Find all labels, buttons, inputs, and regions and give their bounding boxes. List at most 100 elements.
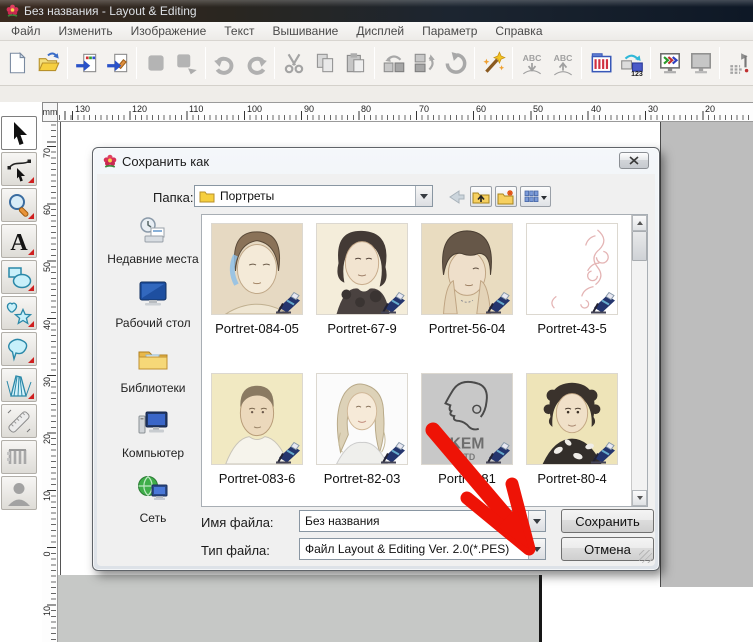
dialog-flower-icon <box>102 153 118 174</box>
place-libraries[interactable]: Библиотеки <box>107 344 199 395</box>
menu-file[interactable]: Файл <box>2 22 50 40</box>
import-image-button[interactable] <box>102 44 133 82</box>
scrollbar-thumb[interactable] <box>632 231 647 261</box>
file-item[interactable]: Portret-56-04 <box>417 223 517 336</box>
copy-button[interactable] <box>309 44 340 82</box>
folder-label: Папка: <box>153 190 193 205</box>
save-button[interactable] <box>140 44 171 82</box>
horizontal-ruler: 130 120 110 100 90 80 70 60 50 40 30 20 <box>58 102 753 122</box>
menu-help[interactable]: Справка <box>486 22 551 40</box>
file-item[interactable]: Portret-80-4 <box>522 373 622 486</box>
stamp-tool-button[interactable] <box>1 368 37 402</box>
view-menu-button[interactable] <box>520 186 551 207</box>
scroll-down-button[interactable] <box>632 490 647 506</box>
file-item[interactable]: Portret-084-05 <box>207 223 307 336</box>
svg-text:A: A <box>10 230 28 255</box>
file-item[interactable]: Portret-82-03 <box>312 373 412 486</box>
save-as-button[interactable] <box>171 44 202 82</box>
tool-palette: A <box>1 116 39 512</box>
menu-image[interactable]: Изображение <box>122 22 216 40</box>
paste-button[interactable] <box>340 44 371 82</box>
text-tool-icon: A <box>4 227 34 255</box>
redo-icon <box>243 50 269 76</box>
import-design-button[interactable] <box>71 44 102 82</box>
decor-shapes-tool-button[interactable] <box>1 296 37 330</box>
filename-dropdown-button[interactable] <box>528 511 545 531</box>
save-button[interactable]: Сохранить <box>561 509 654 533</box>
point-edit-tool-button[interactable] <box>1 152 37 186</box>
text-arc-up-button[interactable]: ABC <box>547 44 578 82</box>
text-arc-down-button[interactable]: ABC <box>516 44 547 82</box>
select-tool-button[interactable] <box>1 116 37 150</box>
shapes-tool-button[interactable] <box>1 260 37 294</box>
open-design-button[interactable] <box>33 44 64 82</box>
window-title-bar[interactable]: Без названия - Layout & Editing <box>0 0 753 22</box>
filetype-label: Тип файла: <box>201 543 270 558</box>
file-item[interactable]: KEMLTD Portret-81 <box>417 373 517 486</box>
place-desktop[interactable]: Рабочий стол <box>107 279 199 330</box>
menu-edit[interactable]: Изменить <box>50 22 122 40</box>
view-menu-arrow-icon <box>541 196 547 203</box>
filename-combobox[interactable]: Без названия <box>299 510 546 532</box>
freeform-tool-button[interactable] <box>1 332 37 366</box>
stitch-tool-button[interactable] <box>1 440 37 474</box>
new-document-icon <box>5 50 31 76</box>
undo-button[interactable] <box>209 44 240 82</box>
main-toolbar: ABC ABC 123 <box>0 41 753 86</box>
rotate-button[interactable] <box>440 44 471 82</box>
menu-display[interactable]: Дисплей <box>347 22 413 40</box>
stitch-block-icon <box>4 443 34 471</box>
filetype-dropdown-button[interactable] <box>528 539 545 559</box>
cut-button[interactable] <box>278 44 309 82</box>
hruler-label: 110 <box>189 104 203 114</box>
stitch-simulator-button[interactable] <box>723 44 753 82</box>
folder-combobox[interactable]: Портреты <box>194 185 433 207</box>
folder-dropdown-button[interactable] <box>415 186 432 206</box>
place-network[interactable]: Сеть <box>107 474 199 525</box>
back-button[interactable] <box>446 186 466 207</box>
file-list: Portret-084-05 Portret-67-9 Portret-56-0… <box>201 214 648 507</box>
redo-button[interactable] <box>240 44 271 82</box>
view-grid-icon <box>524 190 539 203</box>
menu-sew[interactable]: Вышивание <box>263 22 347 40</box>
hruler-label: 90 <box>304 104 314 114</box>
portrait-tool-button[interactable] <box>1 476 37 510</box>
place-label: Библиотеки <box>107 382 199 395</box>
file-name: Portret-56-04 <box>417 321 517 336</box>
filename-value: Без названия <box>300 514 528 528</box>
network-icon <box>136 474 170 504</box>
hruler-label: 130 <box>75 104 90 114</box>
file-item[interactable]: Portret-67-9 <box>312 223 412 336</box>
rotate-icon <box>443 50 469 76</box>
mirror-vertical-button[interactable] <box>409 44 440 82</box>
menu-text[interactable]: Текст <box>215 22 263 40</box>
file-thumbnail: KEMLTD <box>421 373 513 465</box>
measure-tool-button[interactable] <box>1 404 37 438</box>
up-folder-button[interactable] <box>470 186 492 207</box>
scroll-up-button[interactable] <box>632 215 647 231</box>
resize-grip[interactable] <box>639 550 652 563</box>
text-tool-button[interactable]: A <box>1 224 37 258</box>
file-item[interactable]: Portret-43-5 <box>522 223 622 336</box>
magic-wand-button[interactable] <box>478 44 509 82</box>
dialog-close-button[interactable] <box>619 152 649 169</box>
mirror-horizontal-button[interactable] <box>378 44 409 82</box>
thread-chart-button[interactable] <box>585 44 616 82</box>
new-folder-button[interactable] <box>495 186 517 207</box>
workspace-gray-right <box>660 122 753 587</box>
menu-option[interactable]: Параметр <box>413 22 486 40</box>
new-document-button[interactable] <box>2 44 33 82</box>
sewing-order-button[interactable]: 123 <box>616 44 647 82</box>
place-recent[interactable]: Недавние места <box>107 215 199 266</box>
design-view-button[interactable] <box>685 44 716 82</box>
file-list-scrollbar[interactable] <box>631 215 647 506</box>
cut-scissors-icon <box>281 50 307 76</box>
filetype-combobox[interactable]: Файл Layout & Editing Ver. 2.0(*.PES) <box>299 538 546 560</box>
hruler-label: 60 <box>476 104 486 114</box>
toolbar-separator <box>205 47 206 79</box>
zoom-tool-button[interactable] <box>1 188 37 222</box>
realistic-view-button[interactable] <box>654 44 685 82</box>
file-item[interactable]: Portret-083-6 <box>207 373 307 486</box>
place-computer[interactable]: Компьютер <box>107 409 199 460</box>
fan-shape-icon <box>4 371 34 399</box>
